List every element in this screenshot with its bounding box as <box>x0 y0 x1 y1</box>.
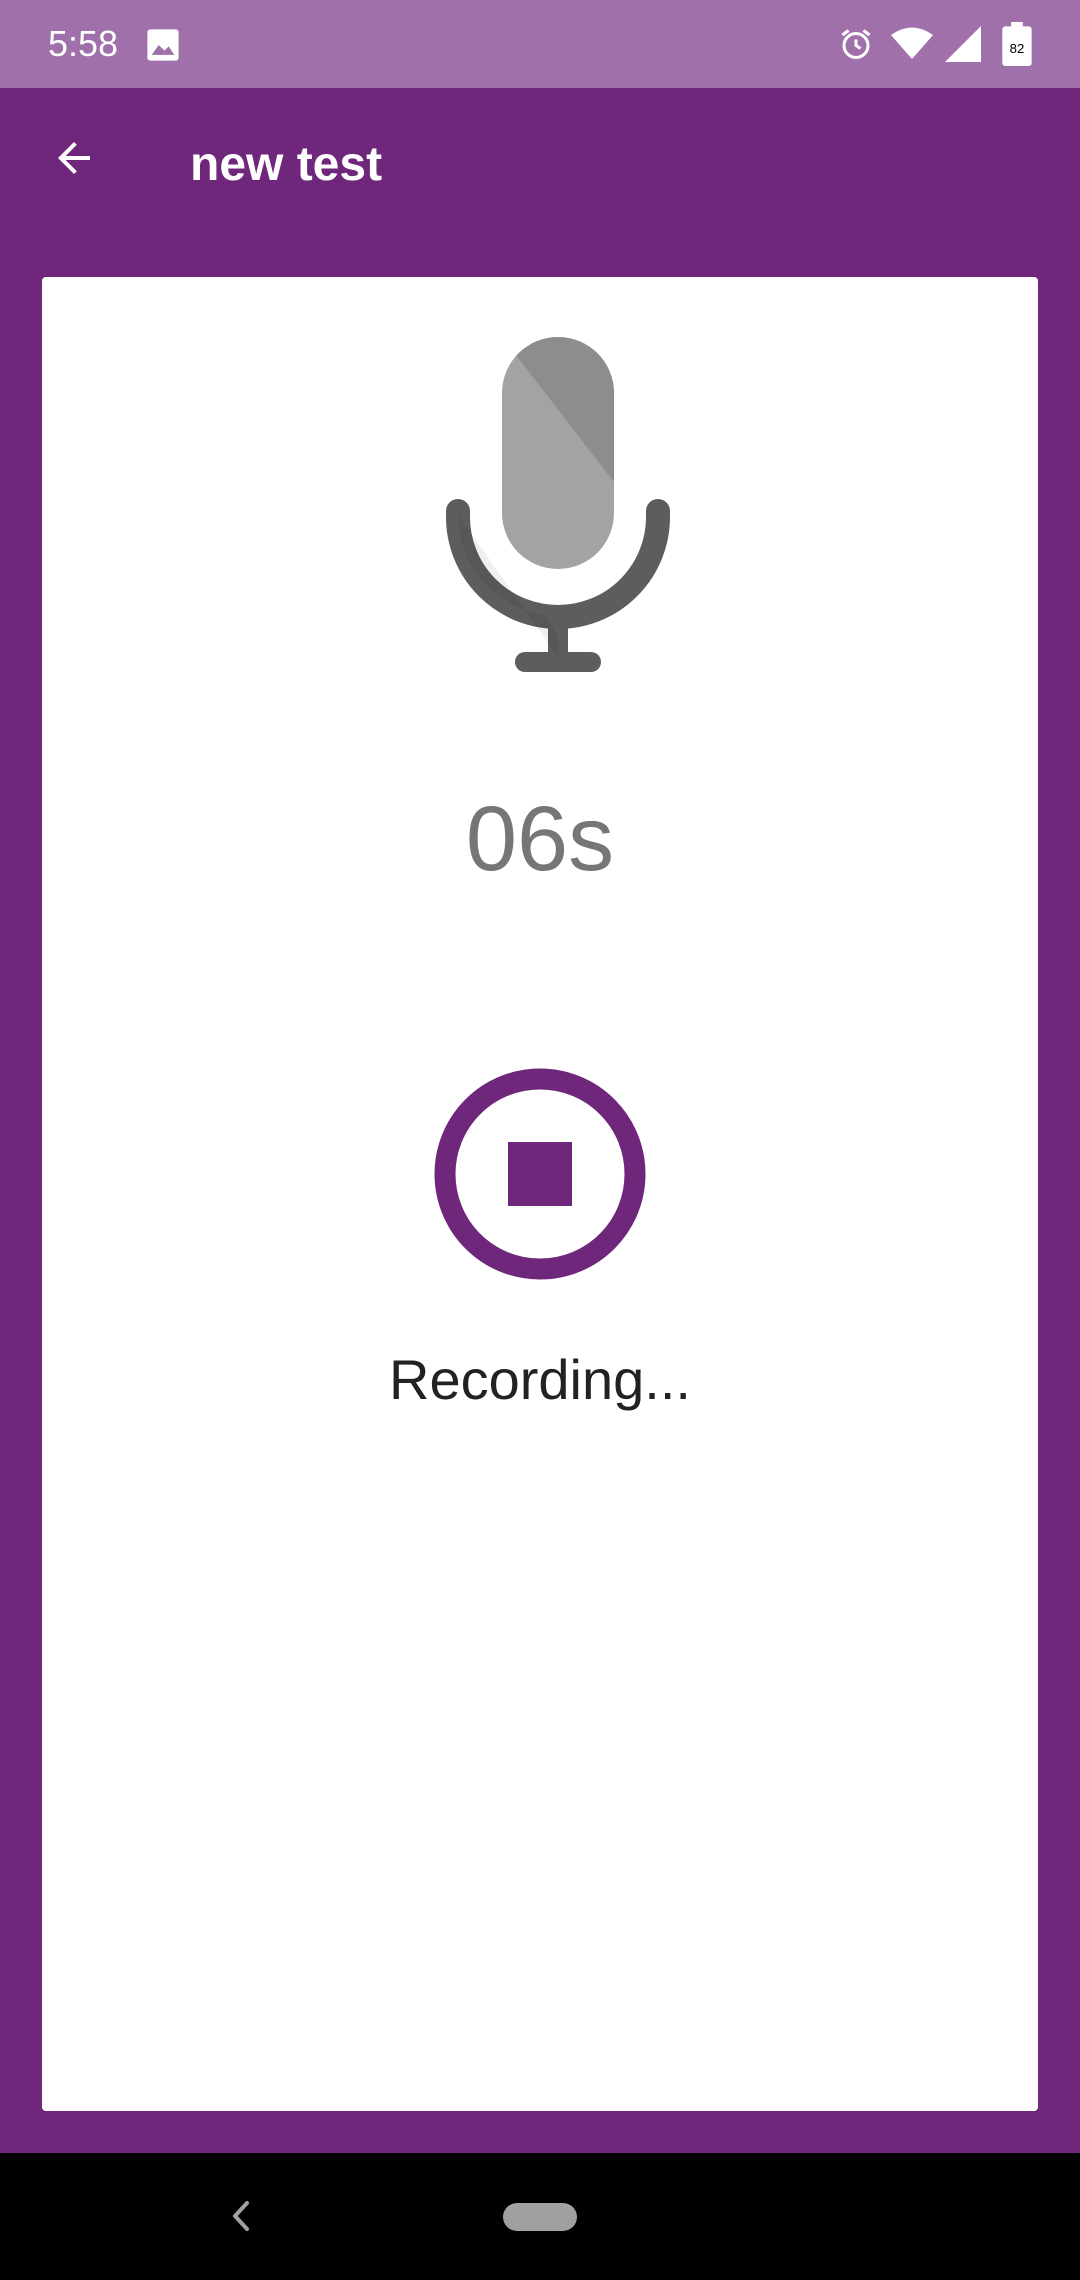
battery-level: 82 <box>1010 41 1025 56</box>
stop-recording-button[interactable] <box>434 1068 646 1280</box>
back-button[interactable] <box>36 120 112 196</box>
status-bar: 5:58 82 <box>0 0 1080 88</box>
status-time: 5:58 <box>48 23 119 64</box>
recorder-card: 06s Recording... <box>42 277 1038 2111</box>
chevron-left-icon <box>233 2201 249 2231</box>
image-icon <box>146 28 180 67</box>
navigation-bar <box>0 2153 1080 2280</box>
signal-icon <box>945 26 981 67</box>
arrow-back-icon <box>58 142 90 174</box>
home-pill-icon[interactable] <box>503 2203 577 2231</box>
page-title: new test <box>190 138 383 191</box>
nav-back-button[interactable] <box>215 2183 265 2249</box>
microphone-icon <box>446 337 676 677</box>
recording-timer: 06s <box>465 788 615 890</box>
stop-icon <box>434 1068 646 1280</box>
app-bar: new test <box>0 88 1080 242</box>
battery-icon: 82 <box>1002 22 1032 71</box>
screen: 5:58 82 new test 06s Recording... <box>0 0 1080 2280</box>
alarm-icon <box>838 26 874 67</box>
wifi-icon <box>891 26 933 67</box>
recording-status-label: Recording... <box>389 1348 691 1411</box>
